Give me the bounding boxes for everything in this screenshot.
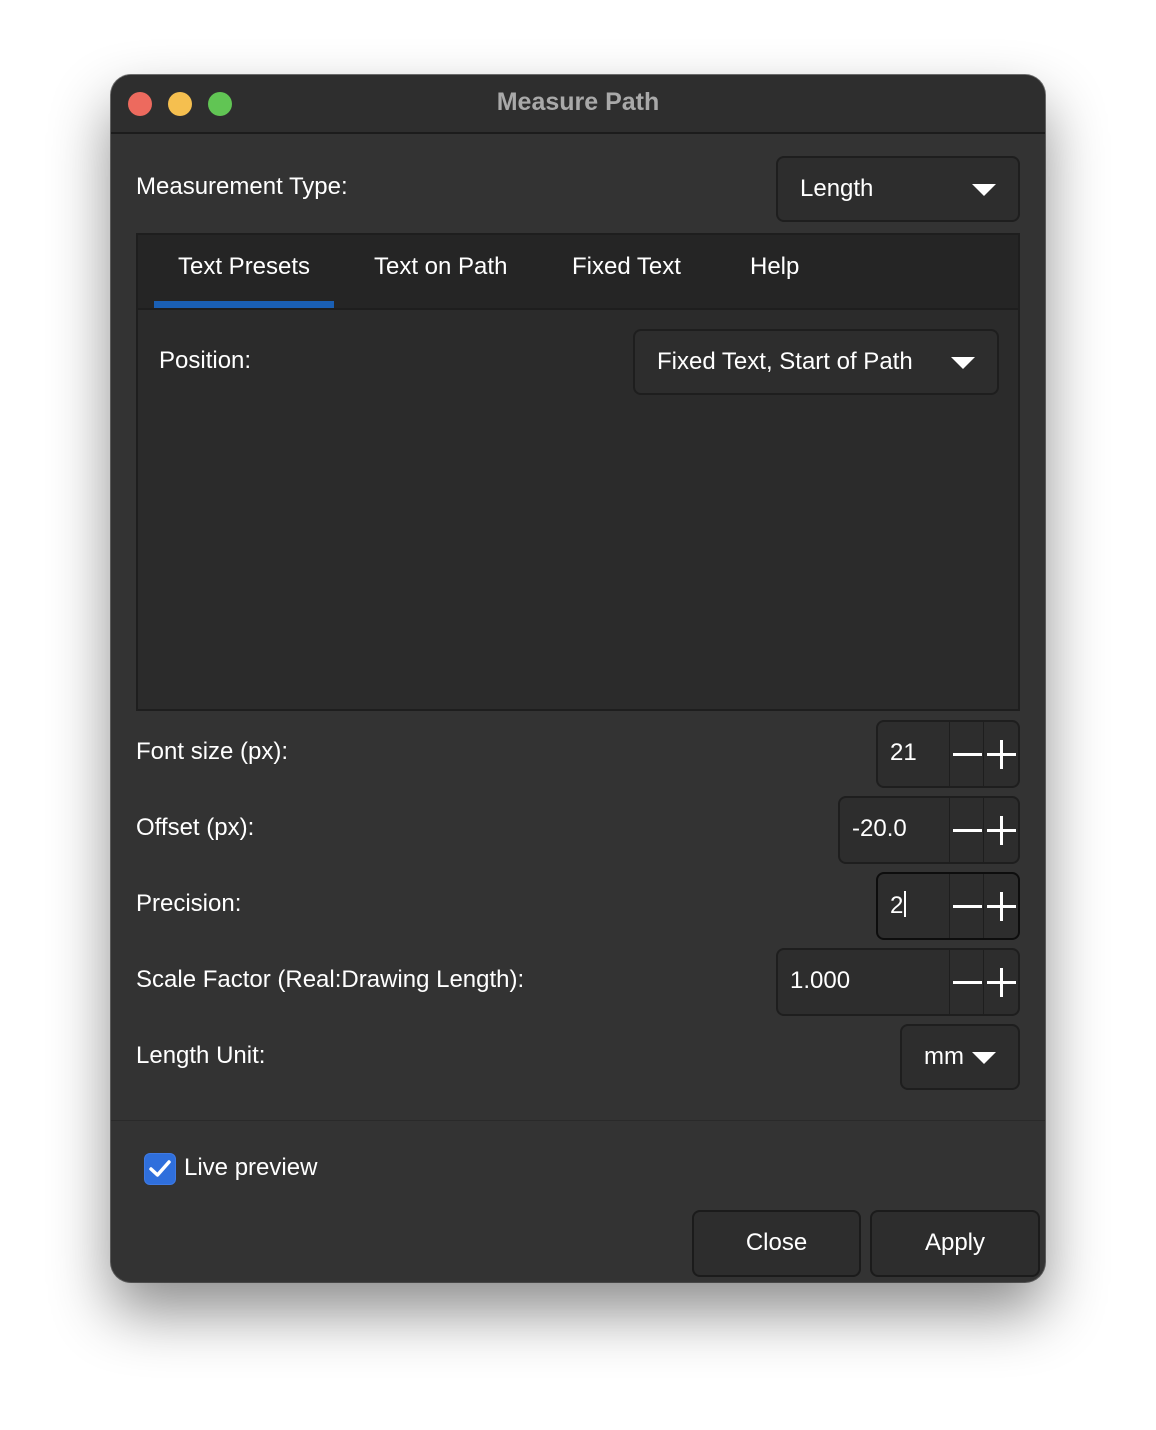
tab-fixed-text[interactable]: Fixed Text bbox=[572, 253, 681, 281]
precision-label: Precision: bbox=[136, 890, 242, 917]
font-size-spinbutton: 21 bbox=[876, 720, 1020, 788]
precision-decrement-button[interactable] bbox=[949, 874, 984, 938]
active-tab-indicator bbox=[154, 301, 334, 308]
close-button[interactable]: Close bbox=[692, 1210, 861, 1277]
position-value: Fixed Text, Start of Path bbox=[657, 348, 913, 375]
measurement-type-label: Measurement Type: bbox=[136, 173, 348, 200]
scale-factor-input[interactable]: 1.000 bbox=[790, 967, 850, 995]
tab-help[interactable]: Help bbox=[750, 253, 799, 281]
offset-input[interactable]: -20.0 bbox=[852, 815, 907, 843]
chevron-down-icon bbox=[972, 1052, 996, 1064]
scale-factor-increment-button[interactable] bbox=[983, 950, 1018, 1014]
position-dropdown[interactable]: Fixed Text, Start of Path bbox=[633, 329, 999, 395]
apply-button[interactable]: Apply bbox=[870, 1210, 1040, 1277]
precision-increment-button[interactable] bbox=[983, 874, 1018, 938]
length-unit-dropdown[interactable]: mm bbox=[900, 1024, 1020, 1090]
chevron-down-icon bbox=[972, 184, 996, 196]
checkmark-icon bbox=[149, 1160, 171, 1177]
title-bar: Measure Path bbox=[111, 75, 1045, 134]
section-divider bbox=[111, 1120, 1045, 1121]
font-size-increment-button[interactable] bbox=[983, 722, 1018, 786]
window-title: Measure Path bbox=[496, 88, 660, 116]
minus-icon bbox=[953, 753, 982, 756]
live-preview-label: Live preview bbox=[184, 1154, 318, 1181]
font-size-input[interactable]: 21 bbox=[890, 739, 917, 767]
tab-text-on-path[interactable]: Text on Path bbox=[374, 253, 507, 281]
scale-factor-label: Scale Factor (Real:Drawing Length): bbox=[136, 966, 525, 993]
minus-icon bbox=[953, 905, 982, 908]
measure-path-dialog: Measure Path Measurement Type: Length Te… bbox=[111, 75, 1045, 1282]
minus-icon bbox=[953, 829, 982, 832]
measurement-type-dropdown[interactable]: Length bbox=[776, 156, 1020, 222]
text-cursor bbox=[904, 891, 907, 917]
precision-input[interactable]: 2 bbox=[890, 891, 907, 920]
minus-icon bbox=[953, 981, 982, 984]
font-size-decrement-button[interactable] bbox=[949, 722, 984, 786]
tab-bar: Text Presets Text on Path Fixed Text Hel… bbox=[138, 235, 1018, 310]
offset-label: Offset (px): bbox=[136, 814, 255, 841]
length-unit-value: mm bbox=[924, 1043, 964, 1070]
font-size-label: Font size (px): bbox=[136, 738, 289, 765]
offset-increment-button[interactable] bbox=[983, 798, 1018, 862]
scale-factor-decrement-button[interactable] bbox=[949, 950, 984, 1014]
position-label: Position: bbox=[159, 347, 252, 374]
length-unit-label: Length Unit: bbox=[136, 1042, 266, 1069]
scale-factor-spinbutton: 1.000 bbox=[776, 948, 1020, 1016]
tab-text-presets[interactable]: Text Presets bbox=[178, 253, 310, 281]
chevron-down-icon bbox=[951, 357, 975, 369]
measurement-type-value: Length bbox=[800, 175, 874, 202]
live-preview-checkbox[interactable] bbox=[144, 1153, 176, 1185]
text-options-notebook: Text Presets Text on Path Fixed Text Hel… bbox=[136, 233, 1020, 711]
precision-spinbutton: 2 bbox=[876, 872, 1020, 940]
offset-spinbutton: -20.0 bbox=[838, 796, 1020, 864]
offset-decrement-button[interactable] bbox=[949, 798, 984, 862]
